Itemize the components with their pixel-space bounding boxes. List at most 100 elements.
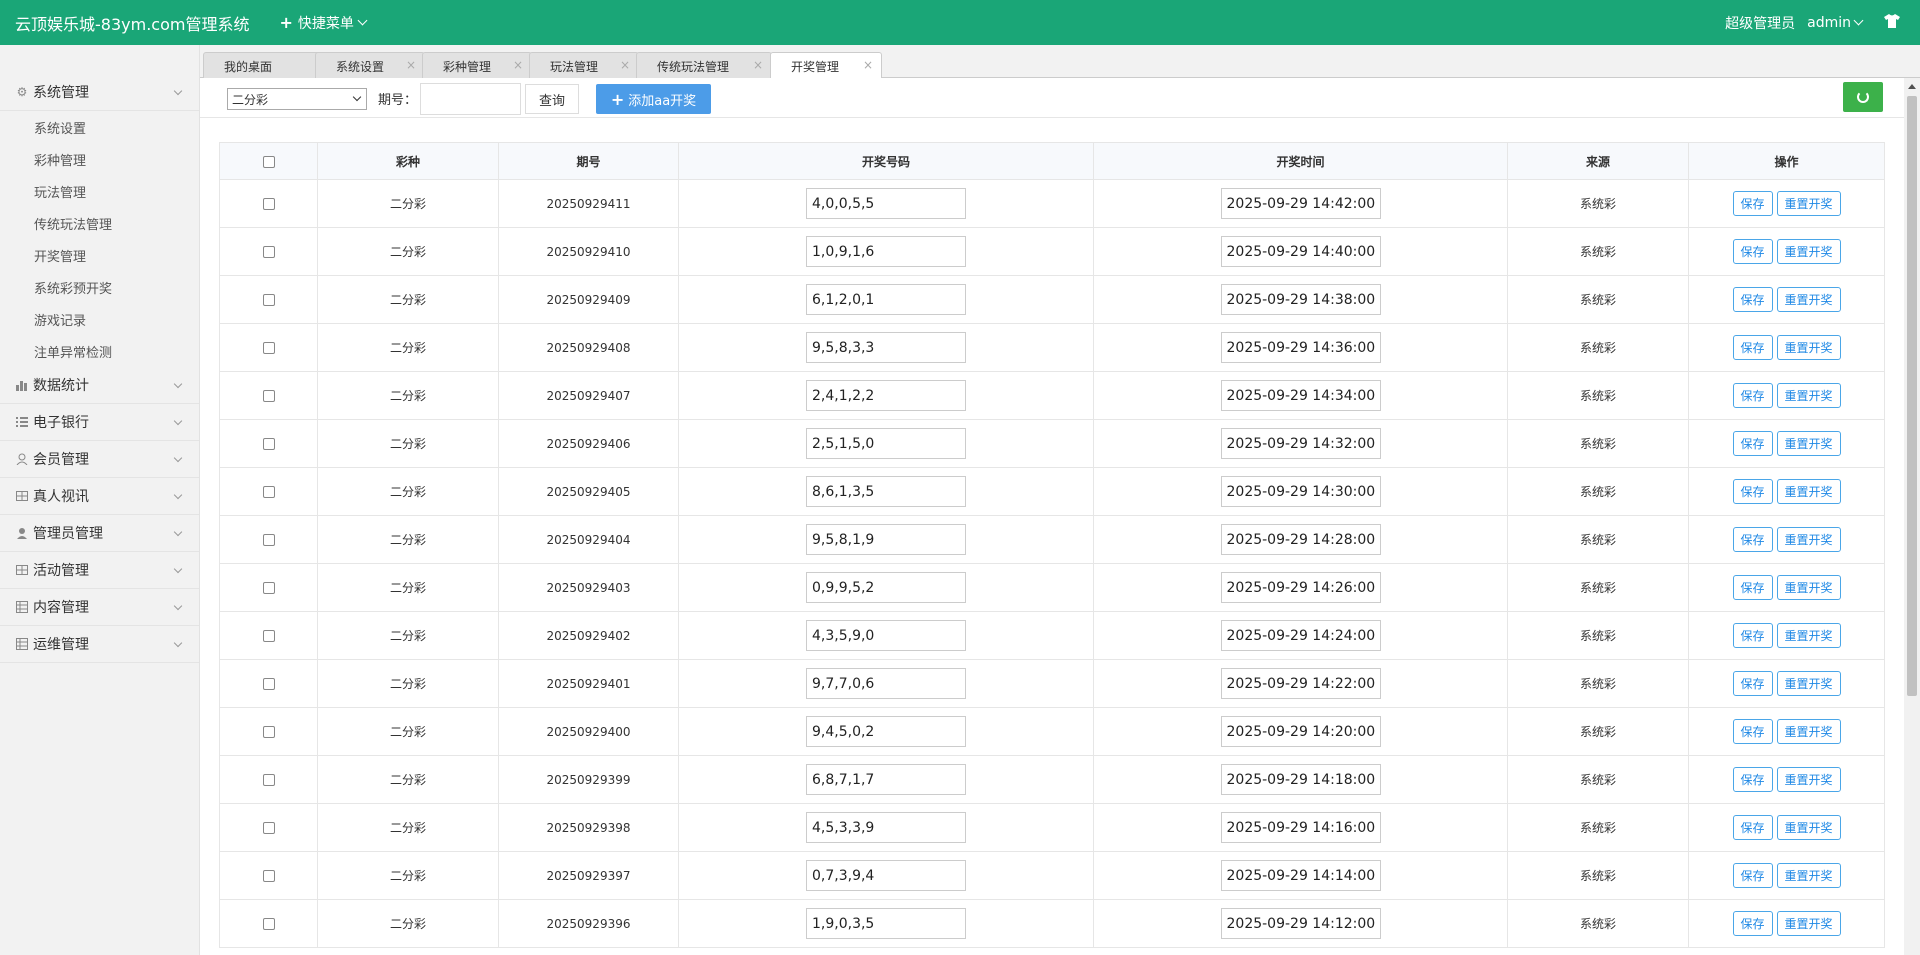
reset-draw-button[interactable]: 重置开奖 [1776,767,1841,792]
draw-numbers-input[interactable]: 1,9,0,3,5 [806,908,966,939]
save-button[interactable]: 保存 [1732,815,1773,840]
save-button[interactable]: 保存 [1732,671,1773,696]
query-button[interactable]: 查询 [525,84,579,114]
row-checkbox[interactable] [262,774,275,786]
draw-time-input[interactable]: 2025-09-29 14:28:00 [1220,524,1381,555]
draw-time-input[interactable]: 2025-09-29 14:20:00 [1220,716,1381,747]
reset-draw-button[interactable]: 重置开奖 [1776,911,1841,936]
sidebar-item-traditional-play[interactable]: 传统玩法管理 [0,207,199,239]
draw-time-input[interactable]: 2025-09-29 14:18:00 [1220,764,1381,795]
sidebar-group-activities[interactable]: 活动管理 [0,552,199,589]
draw-numbers-input[interactable]: 2,5,1,5,0 [806,428,966,459]
reset-draw-button[interactable]: 重置开奖 [1776,479,1841,504]
sidebar-group-members[interactable]: 会员管理 [0,441,199,478]
sidebar-item-draw[interactable]: 开奖管理 [0,239,199,271]
save-button[interactable]: 保存 [1732,191,1773,216]
save-button[interactable]: 保存 [1732,383,1773,408]
close-icon[interactable]: × [620,58,630,72]
draw-numbers-input[interactable]: 9,4,5,0,2 [806,716,966,747]
draw-numbers-input[interactable]: 4,3,5,9,0 [806,620,966,651]
row-checkbox[interactable] [262,390,275,402]
draw-numbers-input[interactable]: 1,0,9,1,6 [806,236,966,267]
reset-draw-button[interactable]: 重置开奖 [1776,287,1841,312]
sidebar-group-content[interactable]: 内容管理 [0,589,199,626]
theme-shirt-icon[interactable] [1884,13,1900,32]
reset-draw-button[interactable]: 重置开奖 [1776,191,1841,216]
save-button[interactable]: 保存 [1732,911,1773,936]
draw-time-input[interactable]: 2025-09-29 14:26:00 [1220,572,1381,603]
row-checkbox[interactable] [262,294,275,306]
user-menu[interactable]: admin [1807,15,1864,31]
sidebar-item-bet-anomaly[interactable]: 注单异常检测 [0,335,199,367]
quick-menu-button[interactable]: + 快捷菜单 [279,13,368,33]
add-draw-button[interactable]: + 添加aa开奖 [596,84,711,114]
draw-time-input[interactable]: 2025-09-29 14:16:00 [1220,812,1381,843]
save-button[interactable]: 保存 [1732,719,1773,744]
tab-my-desktop[interactable]: 我的桌面 [203,52,321,79]
reset-draw-button[interactable]: 重置开奖 [1776,239,1841,264]
reset-draw-button[interactable]: 重置开奖 [1776,623,1841,648]
save-button[interactable]: 保存 [1732,575,1773,600]
vertical-scrollbar[interactable] [1904,78,1920,955]
row-checkbox[interactable] [262,486,275,498]
tab-system-settings[interactable]: 系统设置 × [315,52,425,79]
draw-time-input[interactable]: 2025-09-29 14:42:00 [1220,188,1381,219]
row-checkbox[interactable] [262,726,275,738]
draw-numbers-input[interactable]: 9,7,7,0,6 [806,668,966,699]
draw-numbers-input[interactable]: 4,0,0,5,5 [806,188,966,219]
reset-draw-button[interactable]: 重置开奖 [1776,815,1841,840]
draw-time-input[interactable]: 2025-09-29 14:36:00 [1220,332,1381,363]
close-icon[interactable]: × [863,58,873,72]
sidebar-group-statistics[interactable]: 数据统计 [0,367,199,404]
draw-numbers-input[interactable]: 6,8,7,1,7 [806,764,966,795]
tab-play-management[interactable]: 玩法管理 × [529,52,639,79]
row-checkbox[interactable] [262,342,275,354]
sidebar-item-game-records[interactable]: 游戏记录 [0,303,199,335]
draw-time-input[interactable]: 2025-09-29 14:38:00 [1220,284,1381,315]
draw-time-input[interactable]: 2025-09-29 14:22:00 [1220,668,1381,699]
close-icon[interactable]: × [753,58,763,72]
lottery-select[interactable]: 二分彩 [227,88,367,110]
save-button[interactable]: 保存 [1732,335,1773,360]
issue-input[interactable] [420,83,521,115]
reset-draw-button[interactable]: 重置开奖 [1776,527,1841,552]
save-button[interactable]: 保存 [1732,527,1773,552]
select-all-checkbox[interactable] [262,155,275,168]
draw-numbers-input[interactable]: 9,5,8,1,9 [806,524,966,555]
draw-time-input[interactable]: 2025-09-29 14:34:00 [1220,380,1381,411]
row-checkbox[interactable] [262,198,275,210]
row-checkbox[interactable] [262,582,275,594]
close-icon[interactable]: × [406,58,416,72]
draw-numbers-input[interactable]: 2,4,1,2,2 [806,380,966,411]
draw-time-input[interactable]: 2025-09-29 14:14:00 [1220,860,1381,891]
tab-draw-management[interactable]: 开奖管理 × [770,52,882,80]
reset-draw-button[interactable]: 重置开奖 [1776,575,1841,600]
sidebar-item-system-settings[interactable]: 系统设置 [0,111,199,143]
sidebar-group-admins[interactable]: 管理员管理 [0,515,199,552]
draw-time-input[interactable]: 2025-09-29 14:12:00 [1220,908,1381,939]
refresh-button[interactable] [1843,82,1883,112]
draw-time-input[interactable]: 2025-09-29 14:24:00 [1220,620,1381,651]
sidebar-group-system[interactable]: ⚙ 系统管理 [0,74,199,111]
reset-draw-button[interactable]: 重置开奖 [1776,719,1841,744]
sidebar-item-play[interactable]: 玩法管理 [0,175,199,207]
save-button[interactable]: 保存 [1732,239,1773,264]
sidebar-group-live-video[interactable]: 真人视讯 [0,478,199,515]
save-button[interactable]: 保存 [1732,863,1773,888]
tab-lottery-management[interactable]: 彩种管理 × [422,52,532,79]
row-checkbox[interactable] [262,870,275,882]
save-button[interactable]: 保存 [1732,287,1773,312]
draw-numbers-input[interactable]: 4,5,3,3,9 [806,812,966,843]
row-checkbox[interactable] [262,630,275,642]
draw-time-input[interactable]: 2025-09-29 14:30:00 [1220,476,1381,507]
row-checkbox[interactable] [262,438,275,450]
save-button[interactable]: 保存 [1732,479,1773,504]
save-button[interactable]: 保存 [1732,431,1773,456]
reset-draw-button[interactable]: 重置开奖 [1776,863,1841,888]
scrollbar-thumb[interactable] [1907,96,1917,696]
save-button[interactable]: 保存 [1732,767,1773,792]
draw-numbers-input[interactable]: 0,7,3,9,4 [806,860,966,891]
reset-draw-button[interactable]: 重置开奖 [1776,383,1841,408]
close-icon[interactable]: × [513,58,523,72]
draw-numbers-input[interactable]: 9,5,8,3,3 [806,332,966,363]
